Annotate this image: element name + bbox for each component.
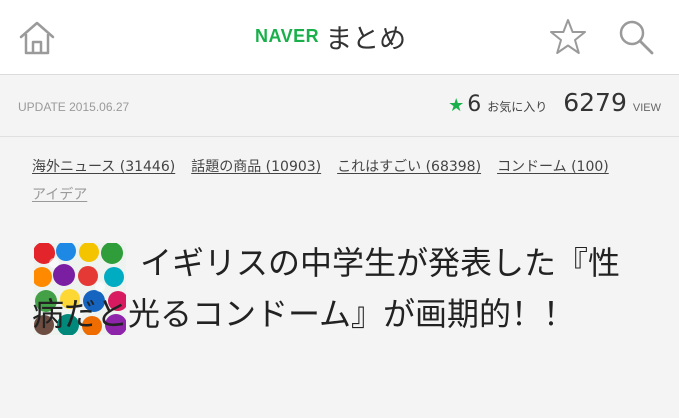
home-button[interactable] [16, 18, 58, 58]
article-title: イギリスの中学生が発表した『性病だと光るコンドーム』が画期的！！ [32, 244, 621, 333]
search-button[interactable] [616, 17, 658, 57]
add-favorite-button[interactable] [548, 17, 588, 57]
tag-list: 海外ニュース (31446) 話題の商品 (10903) これはすごい (683… [32, 158, 632, 204]
favorite-star-icon: ★ [448, 95, 465, 116]
tag-link[interactable]: コンドーム (100) [497, 158, 609, 176]
search-icon [619, 20, 654, 55]
home-icon [19, 21, 55, 55]
tag-link[interactable]: 海外ニュース (31446) [32, 158, 175, 176]
article-title-heading[interactable]: イギリスの中学生が発表した『性病だと光るコンドーム』が画期的！！ [32, 238, 642, 340]
tag-link[interactable]: これはすごい (68398) [337, 158, 481, 176]
views-count: 6279 [563, 88, 627, 117]
brand-logo-text: NAVER [255, 25, 320, 46]
article-meta-bar: UPDATE 2015.06.27 ★ 6 お気に入り 6279 VIEW [0, 74, 679, 137]
update-date: UPDATE 2015.06.27 [18, 100, 130, 114]
tag-link[interactable]: アイデア [32, 186, 87, 204]
tag-link[interactable]: 話題の商品 (10903) [191, 158, 321, 176]
naver-matome-logo[interactable]: NAVER まとめ [255, 16, 406, 56]
views-label: VIEW [632, 102, 661, 114]
favorites-label: お気に入り [487, 100, 548, 114]
app-header: NAVER まとめ [0, 0, 679, 75]
article-stats: ★ 6 お気に入り 6279 VIEW [448, 88, 661, 117]
service-name: まとめ [325, 23, 407, 55]
favorites-count: 6 [467, 92, 482, 117]
star-outline-icon [550, 19, 586, 54]
